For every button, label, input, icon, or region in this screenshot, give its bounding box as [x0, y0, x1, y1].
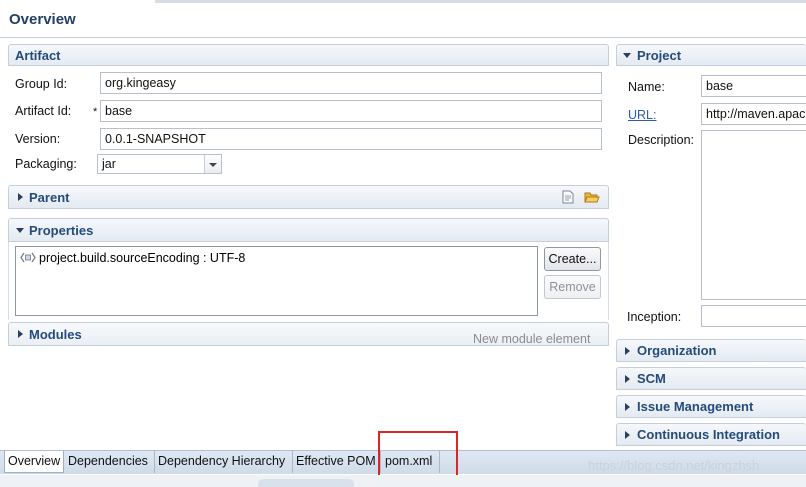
open-folder-icon[interactable] [584, 190, 600, 204]
tab-dependency-hierarchy[interactable]: Dependency Hierarchy [155, 451, 293, 473]
expand-twisty-icon[interactable] [625, 347, 630, 355]
tab-overview[interactable]: Overview [4, 451, 64, 473]
project-url-link[interactable]: URL: [628, 108, 656, 122]
expand-twisty-icon[interactable] [625, 403, 630, 411]
group-id-label: Group Id: [15, 77, 68, 91]
parent-section-header[interactable]: Parent [8, 185, 609, 209]
artifact-section-header: Artifact [8, 44, 609, 66]
header-divider [0, 37, 806, 38]
project-inception-label: Inception: [627, 310, 682, 324]
continuous-integration-section-title: Continuous Integration [637, 427, 780, 442]
properties-section-title: Properties [29, 223, 94, 238]
scm-section-header[interactable]: SCM [616, 367, 806, 390]
new-module-hint[interactable]: New module element [473, 332, 590, 346]
expand-twisty-icon[interactable] [18, 193, 23, 201]
parent-section-title: Parent [29, 190, 70, 205]
project-url-field[interactable]: http://maven.apac [701, 103, 806, 125]
property-icon [20, 252, 36, 263]
group-id-field[interactable]: org.kingeasy [100, 72, 602, 94]
watermark-text: https://blog.csdn.net/kingzhsh [588, 458, 760, 473]
properties-list[interactable]: project.build.sourceEncoding : UTF-8 [15, 246, 538, 316]
version-label: Version: [15, 132, 61, 146]
organization-section-header[interactable]: Organization [616, 339, 806, 362]
collapse-twisty-icon[interactable] [16, 228, 24, 233]
packaging-dropdown-button[interactable] [204, 155, 221, 173]
remove-button[interactable]: Remove [544, 275, 601, 299]
scm-section-title: SCM [637, 371, 666, 386]
modules-section-header[interactable]: Modules New module element [8, 322, 609, 346]
create-button[interactable]: Create... [544, 247, 601, 271]
required-marker: * [93, 106, 98, 118]
expand-twisty-icon[interactable] [625, 375, 630, 383]
tab-effective-pom[interactable]: Effective POM [293, 451, 381, 473]
chevron-down-icon [209, 163, 217, 167]
project-description-field[interactable] [701, 130, 806, 300]
project-description-label: Description: [628, 133, 694, 147]
project-section-header[interactable]: Project [616, 44, 806, 66]
continuous-integration-section-header[interactable]: Continuous Integration [616, 423, 806, 446]
lower-panel-strip [0, 475, 806, 487]
artifact-id-field[interactable]: base [100, 100, 602, 122]
project-name-field[interactable]: base [701, 75, 806, 97]
project-name-label: Name: [628, 80, 665, 94]
collapse-twisty-icon[interactable] [623, 53, 631, 58]
issue-management-section-title: Issue Management [637, 399, 754, 414]
properties-section-header[interactable]: Properties [8, 218, 609, 242]
version-field[interactable]: 0.0.1-SNAPSHOT [100, 128, 602, 150]
project-inception-field[interactable] [701, 305, 806, 327]
packaging-label: Packaging: [15, 157, 77, 171]
packaging-select[interactable]: jar [97, 154, 222, 174]
editor-top-border [0, 0, 806, 3]
artifact-id-label: Artifact Id: [15, 104, 72, 118]
property-text: project.build.sourceEncoding : UTF-8 [39, 251, 246, 265]
project-section-title: Project [637, 48, 682, 63]
organization-section-title: Organization [637, 343, 717, 358]
artifact-section-title: Artifact [15, 48, 61, 63]
expand-twisty-icon[interactable] [18, 330, 23, 338]
select-parent-icon[interactable] [562, 190, 574, 204]
expand-twisty-icon[interactable] [625, 431, 630, 439]
modules-section-title: Modules [29, 327, 82, 342]
page-title: Overview [9, 11, 76, 28]
packaging-value: jar [102, 157, 116, 171]
tab-dependencies[interactable]: Dependencies [65, 451, 155, 473]
issue-management-section-header[interactable]: Issue Management [616, 395, 806, 418]
